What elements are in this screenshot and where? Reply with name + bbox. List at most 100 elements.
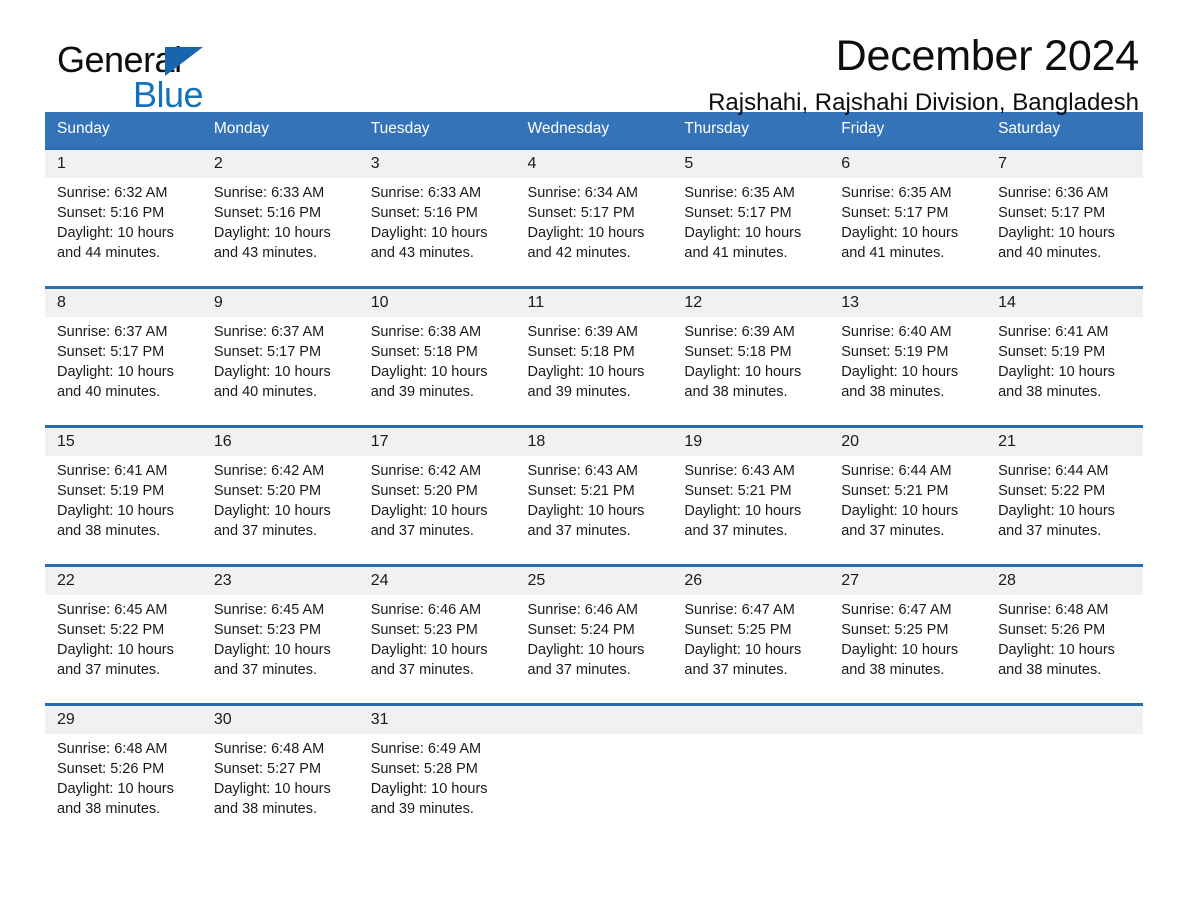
day-cell[interactable]: Sunrise: 6:48 AM Sunset: 5:27 PM Daylight:…: [201, 734, 359, 829]
day-number[interactable]: 3: [358, 147, 516, 178]
daylight-text-line1: Daylight: 10 hours: [370, 225, 488, 241]
day-number[interactable]: 31: [358, 703, 516, 734]
week-spacer-cell: [515, 273, 673, 288]
day-cell[interactable]: Sunrise: 6:39 AM Sunset: 5:18 PM Daylight:…: [515, 317, 673, 412]
day-number[interactable]: 11: [515, 286, 673, 317]
day-cell[interactable]: Sunrise: 6:42 AM Sunset: 5:20 PM Daylight:…: [201, 456, 359, 551]
sunrise-text: Sunrise: 6:35 AM: [841, 185, 952, 201]
day-number[interactable]: 14: [986, 286, 1143, 317]
day-number[interactable]: 7: [986, 147, 1143, 178]
day-number[interactable]: 27: [829, 564, 987, 595]
day-cell[interactable]: Sunrise: 6:46 AM Sunset: 5:24 PM Daylight:…: [515, 595, 673, 690]
day-number[interactable]: 6: [829, 147, 987, 178]
daylight-text-line1: Daylight: 10 hours: [841, 503, 959, 519]
daylight-text-line1: Daylight: 10 hours: [370, 642, 488, 658]
day-number[interactable]: 15: [45, 425, 202, 456]
day-cell[interactable]: Sunrise: 6:45 AM Sunset: 5:22 PM Daylight:…: [45, 595, 202, 690]
sunset-text: Sunset: 5:27 PM: [213, 761, 322, 777]
day-cell[interactable]: Sunrise: 6:33 AM Sunset: 5:16 PM Daylight:…: [201, 178, 359, 273]
day-number[interactable]: 12: [672, 286, 830, 317]
day-number[interactable]: 21: [986, 425, 1143, 456]
week-spacer-row: [45, 551, 1143, 566]
day-cell[interactable]: Sunrise: 6:34 AM Sunset: 5:17 PM Daylight:…: [515, 178, 673, 273]
sunrise-text: Sunrise: 6:49 AM: [370, 741, 482, 757]
day-number[interactable]: 29: [45, 703, 202, 734]
sunset-text: Sunset: 5:22 PM: [998, 483, 1106, 499]
sunrise-text: Sunrise: 6:37 AM: [213, 324, 325, 340]
day-cell[interactable]: Sunrise: 6:47 AM Sunset: 5:25 PM Daylight:…: [672, 595, 830, 690]
day-cell[interactable]: Sunrise: 6:44 AM Sunset: 5:21 PM Daylight:…: [829, 456, 987, 551]
day-number[interactable]: 26: [672, 564, 830, 595]
day-number[interactable]: 13: [829, 286, 987, 317]
sunrise-text: Sunrise: 6:44 AM: [841, 463, 952, 479]
daylight-text-line2: and 41 minutes.: [841, 245, 945, 261]
day-cell[interactable]: Sunrise: 6:38 AM Sunset: 5:18 PM Daylight:…: [358, 317, 516, 412]
sunset-text: Sunset: 5:17 PM: [998, 205, 1106, 221]
day-number[interactable]: 24: [358, 564, 516, 595]
day-cell[interactable]: Sunrise: 6:44 AM Sunset: 5:22 PM Daylight:…: [986, 456, 1143, 551]
day-cell[interactable]: Sunrise: 6:43 AM Sunset: 5:21 PM Daylight:…: [672, 456, 830, 551]
day-number[interactable]: 30: [201, 703, 359, 734]
weekday-header-friday: Friday: [829, 112, 987, 149]
page-header: General Blue December 2024 Rajshahi, Raj…: [45, 0, 1143, 116]
daylight-text-line1: Daylight: 10 hours: [684, 642, 802, 658]
day-cell[interactable]: Sunrise: 6:33 AM Sunset: 5:16 PM Daylight:…: [358, 178, 516, 273]
sunrise-text: Sunrise: 6:48 AM: [213, 741, 325, 757]
day-number[interactable]: 25: [515, 564, 673, 595]
sunrise-text: Sunrise: 6:42 AM: [370, 463, 482, 479]
day-cell[interactable]: Sunrise: 6:40 AM Sunset: 5:19 PM Daylight:…: [829, 317, 987, 412]
day-cell[interactable]: Sunrise: 6:37 AM Sunset: 5:17 PM Daylight:…: [201, 317, 359, 412]
week-spacer-cell: [986, 412, 1143, 427]
day-cell[interactable]: Sunrise: 6:48 AM Sunset: 5:26 PM Daylight:…: [45, 734, 202, 829]
day-number[interactable]: 17: [358, 425, 516, 456]
daylight-text-line2: and 43 minutes.: [213, 245, 318, 261]
day-cell[interactable]: Sunrise: 6:35 AM Sunset: 5:17 PM Daylight:…: [829, 178, 987, 273]
day-number[interactable]: 19: [672, 425, 830, 456]
day-cell[interactable]: Sunrise: 6:37 AM Sunset: 5:17 PM Daylight:…: [45, 317, 202, 412]
daylight-text-line1: Daylight: 10 hours: [998, 225, 1115, 241]
day-number[interactable]: 9: [201, 286, 359, 317]
day-number[interactable]: 5: [672, 147, 830, 178]
daylight-text-line1: Daylight: 10 hours: [213, 364, 331, 380]
week-spacer-cell: [358, 690, 516, 705]
day-cell[interactable]: Sunrise: 6:39 AM Sunset: 5:18 PM Daylight:…: [672, 317, 830, 412]
day-number[interactable]: 22: [45, 564, 202, 595]
daylight-text-line2: and 39 minutes.: [370, 384, 474, 400]
daylight-text-line1: Daylight: 10 hours: [57, 225, 174, 241]
day-cell[interactable]: Sunrise: 6:49 AM Sunset: 5:28 PM Daylight:…: [358, 734, 516, 829]
day-number[interactable]: 28: [986, 564, 1143, 595]
sunset-text: Sunset: 5:17 PM: [527, 205, 635, 221]
day-number[interactable]: 16: [201, 425, 359, 456]
day-number[interactable]: 18: [515, 425, 673, 456]
daylight-text-line2: and 38 minutes.: [841, 662, 945, 678]
daylight-text-line2: and 37 minutes.: [527, 523, 631, 539]
day-cell[interactable]: Sunrise: 6:41 AM Sunset: 5:19 PM Daylight:…: [986, 317, 1143, 412]
day-cell[interactable]: Sunrise: 6:41 AM Sunset: 5:19 PM Daylight:…: [45, 456, 202, 551]
sunset-text: Sunset: 5:17 PM: [57, 344, 165, 360]
day-cell[interactable]: Sunrise: 6:45 AM Sunset: 5:23 PM Daylight:…: [201, 595, 359, 690]
day-cell[interactable]: Sunrise: 6:32 AM Sunset: 5:16 PM Daylight:…: [45, 178, 202, 273]
day-cell[interactable]: Sunrise: 6:43 AM Sunset: 5:21 PM Daylight:…: [515, 456, 673, 551]
sunset-text: Sunset: 5:21 PM: [527, 483, 635, 499]
calendar-header-row: Sunday Monday Tuesday Wednesday Thursday…: [45, 112, 1143, 149]
daylight-text-line2: and 38 minutes.: [684, 384, 788, 400]
day-cell[interactable]: Sunrise: 6:42 AM Sunset: 5:20 PM Daylight:…: [358, 456, 516, 551]
day-number[interactable]: 8: [45, 286, 202, 317]
day-number[interactable]: 1: [45, 147, 202, 178]
daylight-text-line2: and 39 minutes.: [527, 384, 631, 400]
day-cell[interactable]: Sunrise: 6:36 AM Sunset: 5:17 PM Daylight:…: [986, 178, 1143, 273]
day-cell[interactable]: Sunrise: 6:47 AM Sunset: 5:25 PM Daylight:…: [829, 595, 987, 690]
day-number[interactable]: 4: [515, 147, 673, 178]
week-spacer-cell: [45, 690, 202, 705]
day-cell[interactable]: Sunrise: 6:48 AM Sunset: 5:26 PM Daylight:…: [986, 595, 1143, 690]
day-number[interactable]: 20: [829, 425, 987, 456]
day-cell[interactable]: Sunrise: 6:46 AM Sunset: 5:23 PM Daylight:…: [358, 595, 516, 690]
day-number[interactable]: 10: [358, 286, 516, 317]
day-cell[interactable]: Sunrise: 6:35 AM Sunset: 5:17 PM Daylight:…: [672, 178, 830, 273]
day-number[interactable]: 23: [201, 564, 359, 595]
weekday-header-row: Sunday Monday Tuesday Wednesday Thursday…: [45, 112, 1143, 149]
sunrise-text: Sunrise: 6:39 AM: [684, 324, 795, 340]
week-spacer-cell: [672, 690, 830, 705]
sunset-text: Sunset: 5:22 PM: [57, 622, 165, 638]
day-number[interactable]: 2: [201, 147, 359, 178]
